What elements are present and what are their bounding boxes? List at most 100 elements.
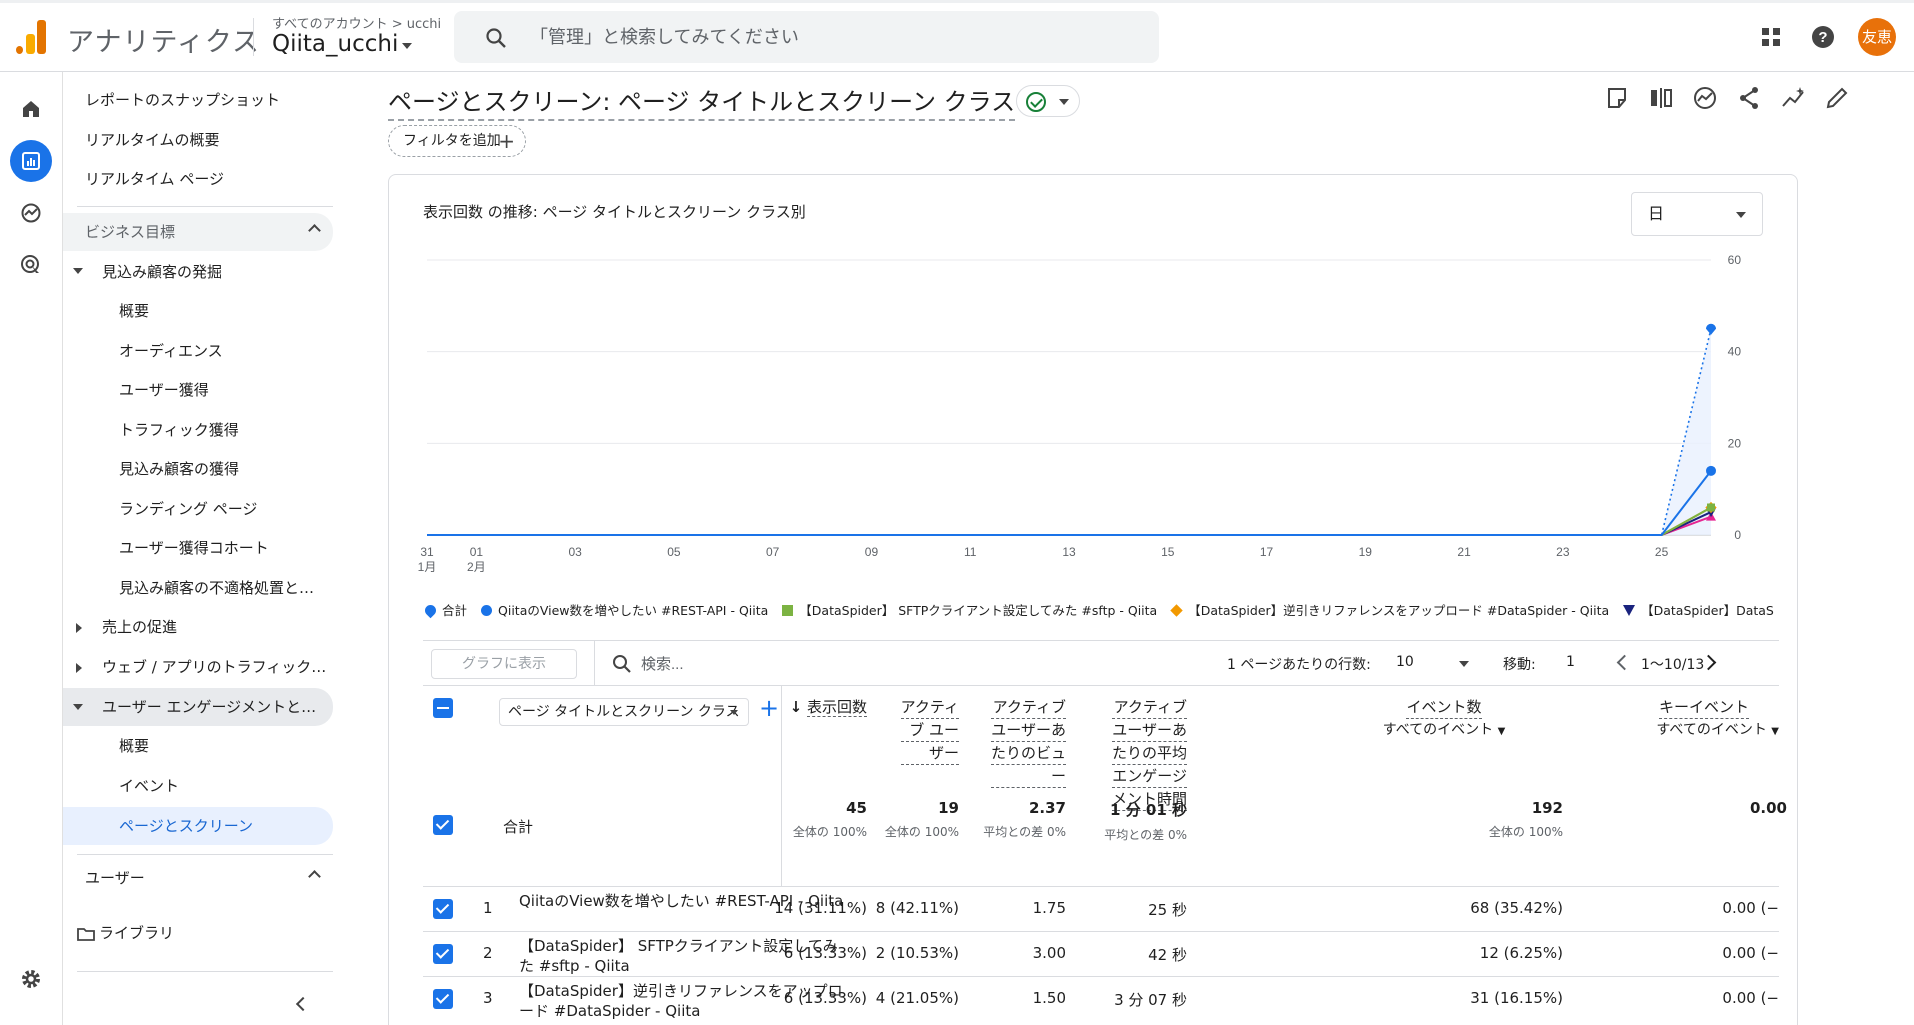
column-header-avg-engagement[interactable]: アクティブ ユーザーあ たりの平均 エンゲージ メント時間 [1111,696,1187,811]
column-header-event-count[interactable]: イベント数 すべてのイベント ▼ [1349,696,1539,743]
total-value: 2.37 [1028,799,1066,817]
column-header-views[interactable]: ↓ 表示回数 [790,696,867,718]
line-chart[interactable]: 60 40 20 0 31 01 03 05 07 09 11 13 15 17 19 21 23 25 1月 2月 [389,235,1798,595]
column-header-active-users[interactable]: アクティ ブ ユー ザー [900,696,959,765]
legend-label: 合計 [442,603,468,618]
dimension-select[interactable]: ページ タイトルとスクリーン クラス [499,698,749,726]
table-row[interactable]: 2 【DataSpider】 SFTPクライアント設定してみた #sftp - Q… [423,931,1779,976]
account-avatar[interactable]: 友恵 [1858,18,1896,56]
sidebar-item-acquisition-cohort[interactable]: ユーザー獲得コホート [63,530,333,566]
sidebar-section-business-goals[interactable]: ビジネス目標 [63,213,333,251]
global-search-input[interactable] [530,23,1130,51]
total-value: 192 [1531,799,1563,817]
totals-checkbox[interactable] [433,815,453,835]
compare-icon[interactable] [1647,84,1675,112]
admin-settings-gear-icon[interactable] [10,958,52,1000]
legend-item[interactable]: QiitaのView数を増やしたい #REST-API - Qiita [481,600,768,619]
rows-per-page-select[interactable]: 10 [1396,654,1414,670]
x-tick-label: 05 [667,545,681,559]
previous-page-icon[interactable] [1616,654,1633,671]
sidebar-group-traffic[interactable]: ウェブ / アプリのトラフィック… [63,649,333,685]
goto-label: 移動: [1503,657,1536,673]
chevron-up-icon [308,224,321,237]
legend-item[interactable]: 【DataSpider】逆引きリファレンスをアップロード #DataSpider… [1170,600,1609,619]
collapse-sidebar-chevron-icon[interactable] [295,996,311,1012]
table-search-input[interactable] [641,651,1021,677]
analytics-logo-icon[interactable] [16,20,48,54]
series-end-marker [1707,503,1715,512]
home-icon[interactable] [10,88,52,130]
row-checkbox[interactable] [433,899,453,919]
insights-icon[interactable] [1691,84,1719,112]
row-checkbox[interactable] [433,989,453,1009]
property-selector[interactable]: Qiita_ucchi [272,31,398,57]
save-report-icon[interactable] [1603,84,1631,112]
sidebar-item-library[interactable]: ライブラリ [63,915,333,951]
sidebar-item-lead-disqualification[interactable]: 見込み顧客の不適格処置と… [63,570,333,606]
granularity-select[interactable]: 日 [1631,192,1763,236]
select-all-checkbox[interactable] [433,698,453,718]
row-checkbox[interactable] [433,944,453,964]
chevron-down-icon: ▼ [1771,726,1779,737]
sidebar-section-user[interactable]: ユーザー [63,859,333,897]
explore-icon[interactable] [10,192,52,234]
advertising-icon[interactable] [10,244,52,286]
account-breadcrumb[interactable]: すべてのアカウント > ucchi [272,13,441,32]
sidebar-item-engagement-overview[interactable]: 概要 [63,728,333,764]
page-title[interactable]: ページとスクリーン: ページ タイトルとスクリーン クラス [388,82,1016,121]
sidebar-group-leads[interactable]: 見込み顧客の発掘 [63,254,333,290]
apps-grid-icon[interactable] [1754,20,1788,54]
property-dropdown-icon[interactable] [402,43,412,49]
column-header-key-events[interactable]: キーイベント すべてのイベント ▼ [1599,696,1779,743]
sidebar-item-landing-page[interactable]: ランディング ページ [63,491,333,527]
show-in-graph-button[interactable]: グラフに表示 [431,649,577,679]
sidebar-group-engagement[interactable]: ユーザー エンゲージメントと… [63,688,333,726]
add-dimension-icon[interactable]: + [759,694,779,722]
sidebar-group-label: 売上の促進 [102,618,178,636]
chart-title: 表示回数 の推移: ページ タイトルとスクリーン クラス別 [423,203,806,221]
legend-item[interactable]: 【DataSpider】 SFTPクライアント設定してみた #sftp - Qi… [782,600,1157,619]
sidebar-item-realtime-pages[interactable]: リアルタイム ページ [63,161,333,197]
sidebar-item-lead-acquisition[interactable]: 見込み顧客の獲得 [63,451,333,487]
row-views-per-user: 1.75 [1032,899,1066,917]
trend-insights-icon[interactable] [1779,84,1807,112]
total-sub: 全体の 100% [792,825,867,839]
legend-item[interactable]: 合計 [425,600,467,619]
legend-square-icon [782,605,794,616]
row-avg-engagement: 25 秒 [1148,901,1187,919]
navigation-rail [0,72,62,1025]
data-quality-status[interactable] [1016,85,1080,117]
x-tick-label: 17 [1260,545,1274,559]
sidebar-item-events[interactable]: イベント [63,768,333,804]
sidebar-item-traffic-acquisition[interactable]: トラフィック獲得 [63,412,333,448]
reports-icon[interactable] [10,140,52,182]
search-icon [486,28,506,48]
sidebar-item-audience[interactable]: オーディエンス [63,333,333,369]
table-header: ページ タイトルとスクリーン クラス + ↓ 表示回数 アクティ ブ ユー ザー… [423,686,1787,886]
goto-page-input[interactable]: 1 [1566,654,1575,670]
sidebar-item-pages-and-screens[interactable]: ページとスクリーン [63,807,333,845]
help-icon[interactable]: ? [1806,20,1840,54]
edit-pencil-icon[interactable] [1823,84,1851,112]
table-row[interactable]: 1 QiitaのView数を増やしたい #REST-API - Qiita 14 (… [423,886,1779,931]
sidebar-group-label: ウェブ / アプリのトラフィック… [102,658,327,676]
event-filter-select[interactable]: すべてのイベント ▼ [1349,719,1539,743]
global-search[interactable] [454,11,1159,63]
header-line: ユーザーあ [1111,719,1187,742]
column-header-views-per-user[interactable]: アクティブ ユーザーあ たりのビュ ー [990,696,1066,788]
sidebar-item-snapshot[interactable]: レポートのスナップショット [63,82,333,118]
sidebar-group-sales[interactable]: 売上の促進 [63,609,333,645]
sidebar-item-realtime-overview[interactable]: リアルタイムの概要 [63,122,333,158]
app-brand-name: アナリティクス [67,27,261,58]
sidebar-item-user-acquisition[interactable]: ユーザー獲得 [63,372,333,408]
legend-item[interactable]: 【DataSpider】DataSpi [1623,600,1775,619]
share-icon[interactable] [1735,84,1763,112]
table-row[interactable]: 3 【DataSpider】逆引きリファレンスをアップロード #DataSpide… [423,976,1779,1021]
add-filter-button[interactable]: フィルタを追加 + [388,125,526,157]
row-active-users: 8 (42.11%) [875,899,959,917]
chevron-down-icon[interactable] [1459,661,1469,667]
sidebar-item-leads-overview[interactable]: 概要 [63,293,333,329]
row-event-count: 12 (6.25%) [1479,944,1563,962]
header-line: アクティ [900,696,959,719]
key-event-filter-select[interactable]: すべてのイベント ▼ [1599,719,1779,743]
